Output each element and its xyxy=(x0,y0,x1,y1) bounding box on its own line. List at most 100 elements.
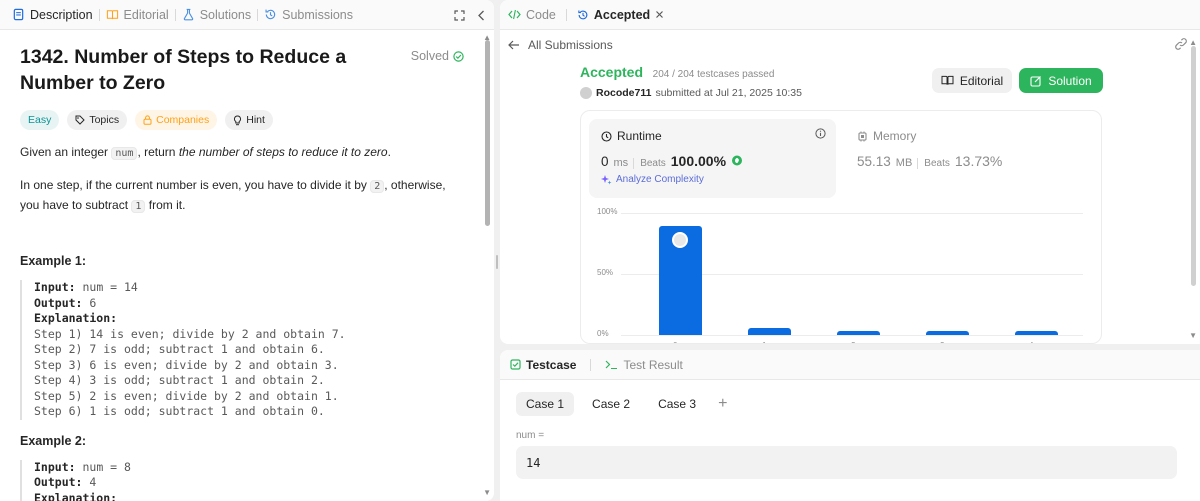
input-label: Input: xyxy=(34,280,76,294)
example-2-block: Input: num = 8 Output: 4 Explanation: xyxy=(20,459,464,501)
analyze-complexity-link[interactable]: Analyze Complexity xyxy=(601,174,824,185)
submitted-time: submitted at Jul 21, 2025 10:35 xyxy=(655,87,802,99)
arrow-left-icon xyxy=(508,40,519,50)
lock-icon xyxy=(143,115,152,125)
testcase-input[interactable]: 14 xyxy=(516,446,1177,479)
tab-test-result[interactable]: Test Result xyxy=(605,358,683,372)
difficulty-label: Easy xyxy=(28,114,52,126)
variable-label: num = xyxy=(516,430,545,441)
example-input: Input: num = 14 xyxy=(34,280,464,296)
analyze-complexity-label: Analyze Complexity xyxy=(616,174,704,185)
example-explanation: Explanation: xyxy=(34,311,464,327)
tag-icon xyxy=(75,115,86,125)
solution-button-label: Solution xyxy=(1048,73,1092,88)
output-label: Output: xyxy=(34,475,83,489)
scroll-down-arrow-icon[interactable]: ▼ xyxy=(1189,331,1197,340)
tab-editorial[interactable]: Editorial xyxy=(100,0,175,30)
username[interactable]: Rocode711 xyxy=(596,87,651,99)
case-tab-1[interactable]: Case 1 xyxy=(516,392,575,416)
tab-solutions[interactable]: Solutions xyxy=(176,0,257,30)
tab-submissions[interactable]: Submissions xyxy=(258,0,359,30)
explanation-step: Step 4) 3 is odd; subtract 1 and obtain … xyxy=(34,373,325,387)
chart-bar[interactable] xyxy=(748,327,791,335)
example-1-block: Input: num = 14 Output: 6 Explanation: S… xyxy=(20,280,464,420)
tag-row: Easy Topics Companies Hint xyxy=(20,110,464,130)
memory-chip-icon xyxy=(858,131,867,141)
topics-tag[interactable]: Topics xyxy=(67,110,128,130)
tab-code[interactable]: Code xyxy=(508,8,556,22)
edit-icon xyxy=(1030,75,1042,87)
runtime-value: 0 xyxy=(601,154,609,169)
memory-beats-percent: 13.73% xyxy=(954,153,1003,169)
runtime-distribution-chart: 100% 50% 0% 0ms 1ms 2ms 3ms 4ms xyxy=(581,201,1101,343)
example-output: Output: 4 xyxy=(34,475,464,491)
chart-y-tick-label: 0% xyxy=(597,329,609,338)
panel-resize-handle[interactable] xyxy=(496,255,498,269)
chart-bar[interactable] xyxy=(1015,331,1058,335)
input-label: Input: xyxy=(34,459,76,474)
runtime-unit: ms xyxy=(613,157,629,169)
chart-y-tick-label: 50% xyxy=(597,268,614,277)
tab-description[interactable]: Description xyxy=(6,0,99,30)
solution-button[interactable]: Solution xyxy=(1019,68,1103,93)
tab-solutions-label: Solutions xyxy=(199,7,252,22)
document-icon xyxy=(13,8,24,21)
submission-scrollbar[interactable] xyxy=(1191,46,1196,286)
topics-label: Topics xyxy=(89,114,120,126)
check-circle-icon xyxy=(453,50,464,62)
case-tab-3[interactable]: Case 3 xyxy=(648,392,706,416)
problem-title[interactable]: 1342. Number of Steps to Reduce a Number… xyxy=(20,44,410,96)
info-icon[interactable] xyxy=(815,128,826,142)
editorial-button[interactable]: Editorial xyxy=(932,68,1012,93)
companies-tag[interactable]: Companies xyxy=(135,110,218,130)
maximize-icon[interactable] xyxy=(454,9,465,21)
text: from it. xyxy=(145,198,186,212)
example-output: Output: 6 xyxy=(34,296,464,312)
checkbox-icon xyxy=(510,359,521,370)
link-icon[interactable] xyxy=(1174,37,1188,51)
add-case-button[interactable]: + xyxy=(714,395,731,413)
text: . xyxy=(387,145,391,159)
description-content: 1342. Number of Steps to Reduce a Number… xyxy=(0,30,484,501)
chart-bar[interactable] xyxy=(926,331,969,335)
explanation-step: Step 6) 1 is odd; subtract 1 and obtain … xyxy=(34,404,325,418)
input-value: num = 14 xyxy=(75,280,138,294)
tab-accepted[interactable]: Accepted xyxy=(577,8,664,22)
code-icon xyxy=(508,9,521,20)
close-icon[interactable] xyxy=(655,10,664,19)
companies-label: Companies xyxy=(156,114,210,126)
memory-label: Memory xyxy=(873,129,917,143)
tab-testcase[interactable]: Testcase xyxy=(510,358,576,372)
chart-gridline xyxy=(621,335,1083,336)
output-label: Output: xyxy=(34,295,83,310)
tab-submissions-label: Submissions xyxy=(282,7,354,22)
hint-tag[interactable]: Hint xyxy=(225,110,273,130)
tab-description-label: Description xyxy=(30,7,93,22)
memory-value: 55.13 xyxy=(857,154,891,169)
problem-paragraph-1: Given an integer num, return the number … xyxy=(20,143,464,163)
chart-bar[interactable] xyxy=(837,331,880,335)
case-tab-2[interactable]: Case 2 xyxy=(582,392,640,416)
inline-code: 1 xyxy=(131,200,146,213)
back-to-submissions[interactable]: All Submissions xyxy=(500,34,1200,56)
testcase-panel: Testcase Test Result Case 1 Case 2 Case … xyxy=(500,350,1200,501)
runtime-panel[interactable]: Runtime 0 ms Beats 100.00% Analyze Compl… xyxy=(589,119,836,198)
scroll-down-arrow-icon[interactable]: ▼ xyxy=(483,488,491,497)
description-scrollbar[interactable] xyxy=(485,40,490,226)
chart-x-tick-label: 1ms xyxy=(748,341,791,343)
testcase-tabbar: Testcase Test Result xyxy=(500,350,1200,380)
runtime-beats-percent: 100.00% xyxy=(670,153,727,169)
memory-unit: MB xyxy=(895,157,913,169)
difficulty-badge: Easy xyxy=(20,110,60,130)
collapse-left-icon[interactable] xyxy=(477,10,486,21)
memory-panel[interactable]: Memory 55.13 MB Beats 13.73% xyxy=(845,119,1095,198)
explanation-label: Explanation: xyxy=(34,490,118,501)
submitter-row: Rocode711 submitted at Jul 21, 2025 10:3… xyxy=(580,87,802,99)
book-icon xyxy=(941,75,954,85)
tab-separator xyxy=(590,358,592,371)
solved-label: Solved xyxy=(410,49,449,63)
input-value: num = 8 xyxy=(75,459,131,474)
editorial-button-label: Editorial xyxy=(959,73,1004,88)
status-label: Accepted xyxy=(580,64,644,80)
explanation-label: Explanation: xyxy=(34,311,118,325)
